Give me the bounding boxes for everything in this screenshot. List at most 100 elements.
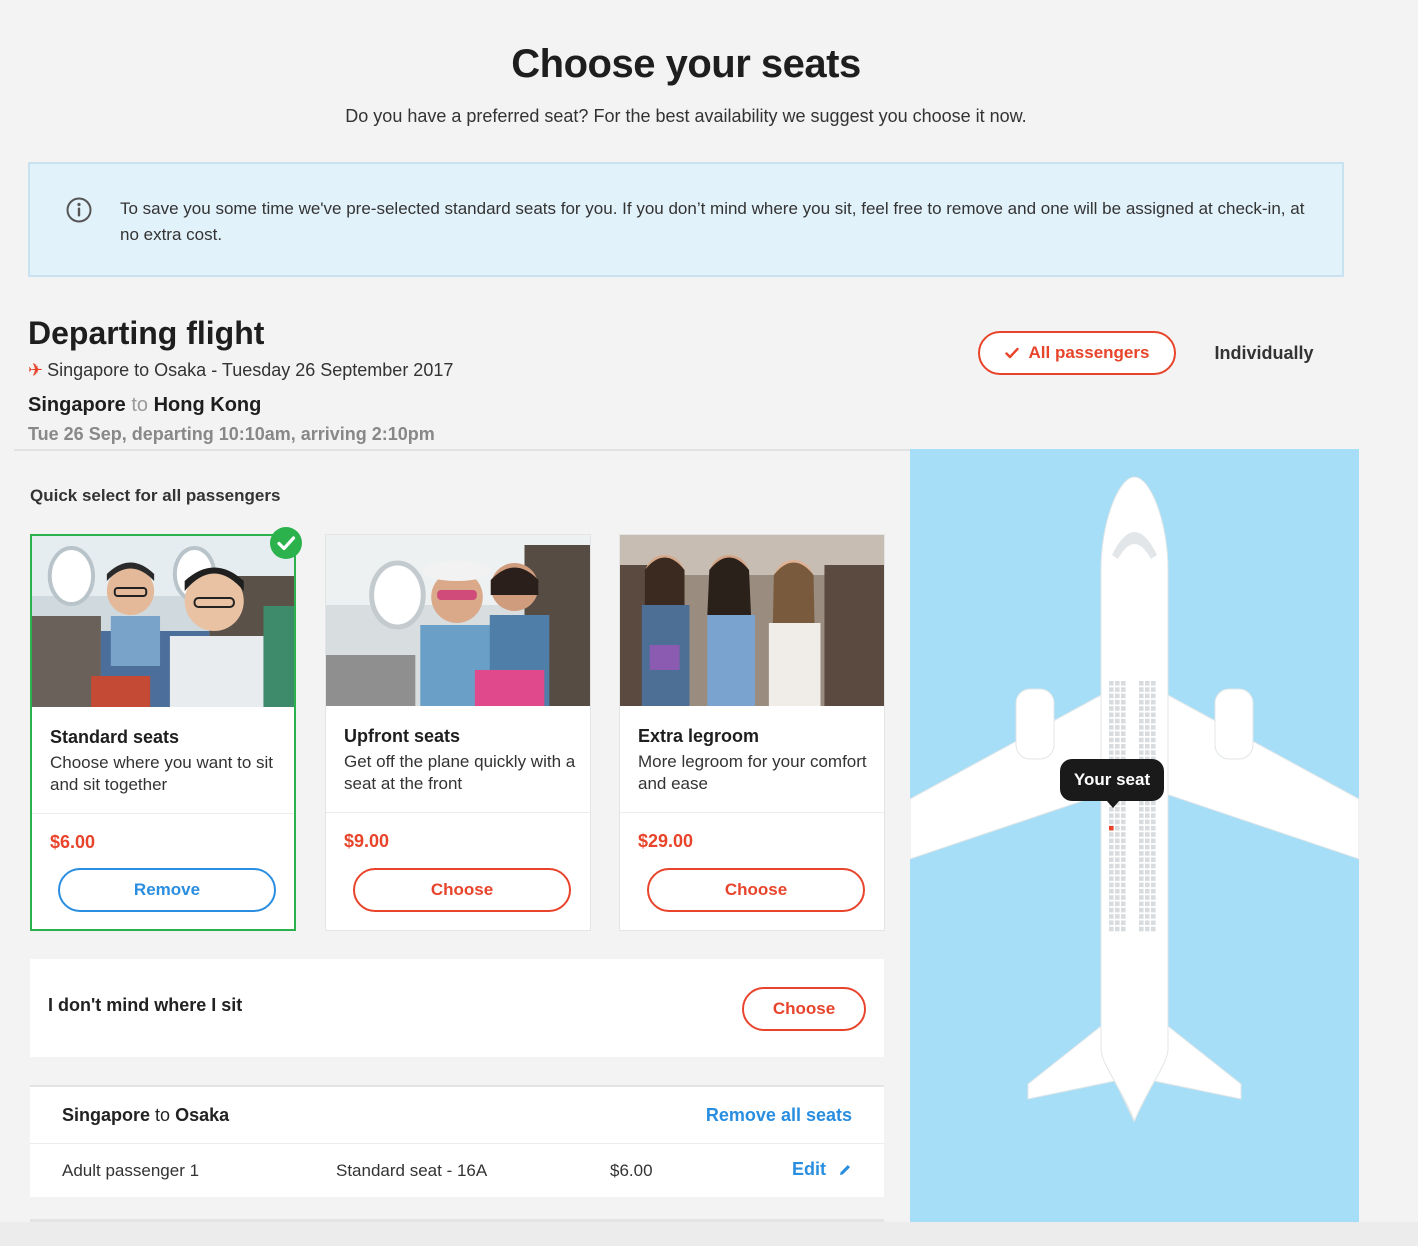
seat [1121, 844, 1126, 850]
seat [1139, 681, 1144, 686]
seat [1109, 888, 1114, 894]
card-name: Upfront seats [344, 726, 461, 746]
seat [1145, 712, 1150, 718]
seat [1139, 888, 1144, 894]
seat [1109, 851, 1114, 856]
seat [1109, 737, 1114, 743]
seat [1151, 725, 1156, 730]
seat [1115, 870, 1120, 875]
seat [1115, 699, 1120, 705]
choose-no-preference-button[interactable]: Choose [742, 987, 866, 1031]
seat [1151, 851, 1156, 856]
seat-options-panel: Quick select for all passengers Standard… [14, 449, 910, 1224]
choose-upfront-seats-button[interactable]: Choose [353, 868, 571, 912]
seat [1115, 914, 1120, 919]
seat [1121, 687, 1126, 692]
seat [1145, 870, 1150, 875]
no-preference-option: I don't mind where I sit Choose [30, 959, 884, 1057]
info-banner: To save you some time we've pre-selected… [28, 162, 1344, 277]
seat [1139, 712, 1144, 718]
seat [1121, 876, 1126, 881]
seat [1151, 681, 1156, 686]
seat [1109, 870, 1114, 875]
seat [1145, 888, 1150, 894]
seat [1109, 895, 1114, 900]
card-price: $6.00 [50, 832, 96, 852]
card-divider [32, 813, 294, 814]
seat [1121, 744, 1126, 749]
seat [1121, 920, 1126, 925]
seat [1145, 857, 1150, 862]
seat [1121, 800, 1126, 806]
seat [1121, 699, 1126, 705]
standard-seats-card[interactable]: Standard seats Choose where you want to … [30, 527, 302, 931]
seat [1109, 920, 1114, 925]
seat [1151, 718, 1156, 724]
seat [1151, 731, 1156, 736]
card-price: $29.00 [638, 831, 694, 851]
seat [1151, 813, 1156, 818]
check-icon [1004, 347, 1019, 359]
seat [1121, 681, 1126, 686]
pencil-icon [840, 1164, 850, 1175]
upfront-seats-card[interactable]: Upfront seats Get off the plane quickly … [325, 534, 591, 931]
seat [1121, 813, 1126, 818]
seat [1121, 693, 1126, 699]
seat [1139, 901, 1144, 907]
choose-extra-legroom-button[interactable]: Choose [647, 868, 865, 912]
seat [1121, 825, 1126, 831]
seat [1145, 895, 1150, 900]
seat [1139, 750, 1144, 755]
seat [1115, 681, 1120, 686]
seat [1151, 914, 1156, 919]
info-icon [66, 197, 92, 223]
seat [1115, 876, 1120, 881]
seat [1145, 920, 1150, 925]
seat [1139, 914, 1144, 919]
seat [1145, 876, 1150, 881]
summary-origin: Singapore [62, 1105, 151, 1125]
remove-standard-seats-button[interactable]: Remove [58, 868, 276, 912]
seat [1145, 838, 1150, 844]
seat-summary: Singapore to Osaka Remove all seats Adul… [30, 1085, 884, 1197]
individually-toggle[interactable]: Individually [1196, 331, 1332, 375]
seat [1121, 851, 1126, 856]
seat [1121, 838, 1126, 844]
seat [1139, 699, 1144, 705]
seat [1115, 693, 1120, 699]
extra-legroom-card[interactable]: Extra legroom More legroom for your comf… [619, 534, 885, 931]
seat [1109, 844, 1114, 850]
selected-seat [1109, 825, 1114, 831]
seat [1109, 712, 1114, 718]
seat [1151, 888, 1156, 894]
seat [1121, 712, 1126, 718]
seat [1139, 737, 1144, 743]
seat [1109, 813, 1114, 818]
seat [1115, 712, 1120, 718]
seat [1121, 926, 1126, 932]
remove-all-seats-link[interactable]: Remove all seats [706, 1105, 852, 1126]
page-subtitle: Do you have a preferred seat? For the be… [345, 106, 1027, 126]
seat [1145, 718, 1150, 724]
all-passengers-toggle[interactable]: All passengers [978, 331, 1176, 375]
seat [1109, 725, 1114, 730]
seat [1109, 882, 1114, 888]
seat [1151, 819, 1156, 825]
passenger-seat: Standard seat - 16A [336, 1161, 488, 1180]
seat [1145, 737, 1150, 743]
seat [1115, 750, 1120, 755]
seat [1115, 901, 1120, 907]
seat [1115, 888, 1120, 894]
seat [1145, 731, 1150, 736]
seat [1151, 920, 1156, 925]
seat [1109, 863, 1114, 869]
edit-seat-link[interactable]: Edit [792, 1159, 852, 1180]
seat [1151, 895, 1156, 900]
right-wing [1165, 693, 1359, 860]
seat [1109, 914, 1114, 919]
seat [1151, 825, 1156, 831]
right-engine [1214, 688, 1254, 760]
seat [1115, 863, 1120, 869]
seat [1139, 731, 1144, 736]
card-name: Extra legroom [638, 726, 760, 746]
